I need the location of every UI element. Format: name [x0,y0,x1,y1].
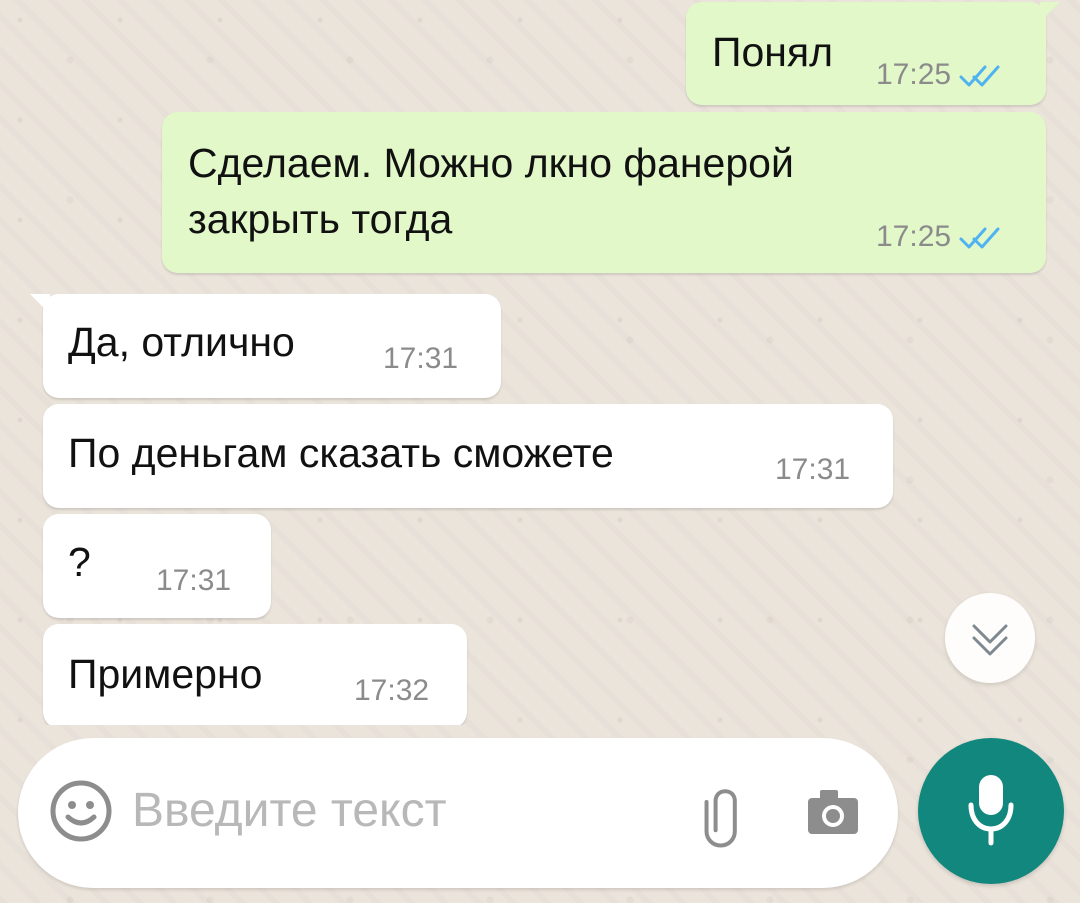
message-bubble-outgoing[interactable]: Понял 17:25 [686,2,1060,105]
message-text-line: Примерно [68,651,263,697]
double-check-icon [959,227,1000,249]
message-time: 17:31 [383,342,459,375]
camera-icon[interactable] [800,780,866,846]
message-text-line: закрыть тогда [188,196,453,242]
message-time: 17:31 [156,564,232,597]
paperclip-icon[interactable] [682,780,752,850]
scroll-to-bottom-button[interactable] [945,593,1035,683]
message-bubble-incoming[interactable]: Да, отлично 17:31 [30,294,501,398]
message-text-line: Понял [712,29,834,75]
message-text-line: Да, отлично [68,319,295,365]
double-chevron-down-icon [972,624,1008,656]
message-bubble-incoming[interactable]: Примерно 17:32 [43,624,467,725]
bubble-tail [1040,2,1060,22]
bubble-tail [30,294,50,314]
double-check-icon [959,65,1000,87]
message-composer[interactable]: Введите текст [18,738,898,888]
message-bubble-outgoing[interactable]: Сделаем. Можно лкно фанерой закрыть тогд… [162,112,1046,273]
message-meta: 17:25 [876,220,1001,254]
message-text-line: ? [68,539,91,585]
message-input-placeholder[interactable]: Введите текст [132,783,447,838]
message-meta: 17:31 [383,342,458,376]
message-time: 17:25 [876,58,952,91]
voice-message-button[interactable] [918,738,1064,884]
message-bubble-incoming[interactable]: ? 17:31 [43,514,271,618]
emoji-icon[interactable] [48,778,114,844]
message-time: 17:32 [354,674,430,707]
message-meta: 17:31 [156,564,231,598]
message-meta: 17:25 [876,58,1001,92]
message-meta: 17:32 [354,674,429,708]
message-text-line: Сделаем. Можно лкно фанерой [188,140,794,186]
microphone-icon [968,775,1014,846]
message-bubble-incoming[interactable]: По деньгам сказать сможете 17:31 [43,404,893,508]
message-time: 17:31 [775,453,851,486]
message-text-line: По деньгам сказать сможете [68,430,614,476]
message-time: 17:25 [876,220,952,253]
message-meta: 17:31 [775,453,850,487]
chat-panel: Понял 17:25 Сделаем. Можно лкно фанерой … [0,0,1080,725]
